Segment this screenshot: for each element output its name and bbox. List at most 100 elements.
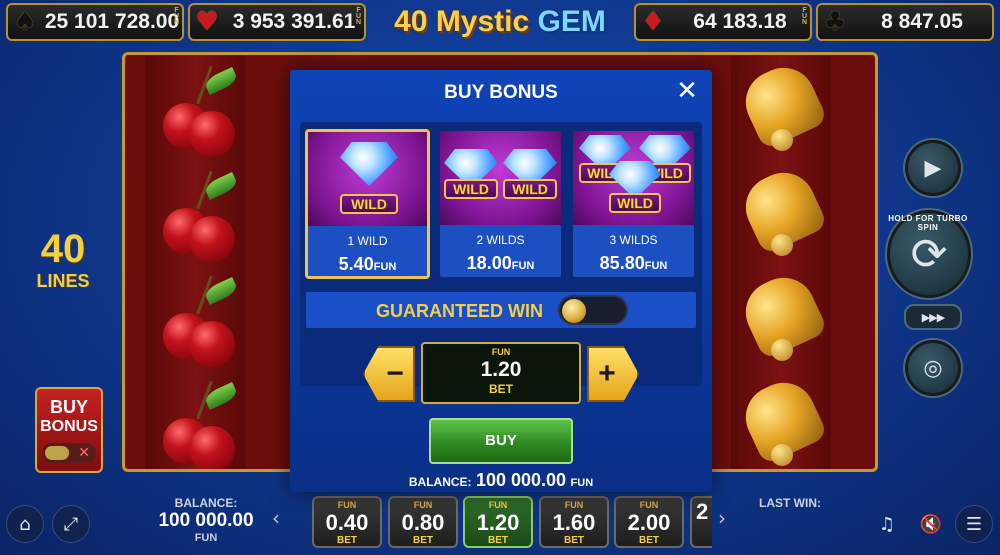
modal-balance-currency: FUN — [570, 477, 594, 489]
jackpot-currency: FUN — [173, 7, 180, 25]
close-icon: ✕ — [676, 76, 698, 106]
bet-value: 0.80 — [401, 510, 445, 535]
jackpot-amount: 3 953 391.61 — [232, 10, 356, 33]
bet-option[interactable]: FUN 1.60 BET — [539, 496, 609, 548]
fullscreen-icon: ⤢ — [63, 513, 79, 535]
music-toggle-button[interactable]: ♫ — [868, 505, 906, 543]
modal-title: BUY BONUS — [444, 82, 558, 103]
jackpot-amount: 64 183.18 — [693, 10, 787, 33]
cherry-symbol — [145, 55, 245, 160]
cherry-symbol — [145, 160, 245, 265]
minus-icon: − — [386, 357, 404, 390]
option-price: 85.80FUN — [599, 253, 668, 273]
balance-value: 100 000.00 — [158, 510, 254, 531]
bell-symbol — [731, 55, 831, 160]
bet-option[interactable]: FUN 2.00 BET — [614, 496, 684, 548]
plus-icon: + — [598, 357, 616, 390]
option-price: 18.00FUN — [466, 253, 535, 273]
jackpot-spade: ♠ 25 101 728.00 FUN — [6, 3, 184, 41]
buy-button[interactable]: BUY — [429, 418, 573, 464]
wild-badge: WILD — [340, 194, 398, 214]
bet-label: BET — [489, 382, 513, 396]
wild-artwork: WILD WILD — [440, 131, 561, 225]
wild-badge: WILD — [609, 193, 661, 213]
bell-symbol — [731, 265, 831, 370]
lines-count: 40 — [40, 227, 86, 271]
coins-icon: ◎ — [923, 355, 943, 381]
jackpot-currency: FUN — [355, 7, 362, 25]
chevron-right-icon[interactable]: › — [718, 506, 726, 530]
balance-display: BALANCE: 100 000.00 FUN — [148, 496, 264, 544]
bet-value: 1.20 — [480, 358, 522, 381]
fullscreen-button[interactable]: ⤢ — [52, 505, 90, 543]
balance-currency: FUN — [194, 532, 218, 544]
balance-label: BALANCE: — [174, 496, 238, 510]
diamond-gem-icon — [340, 142, 398, 186]
club-icon: ♣ — [823, 7, 847, 37]
bet-value: 2 — [696, 499, 709, 524]
fast-forward-button[interactable]: ▶▶▶ — [904, 304, 962, 330]
sound-off-icon: 🔇 — [919, 513, 943, 535]
bet-label: BET — [639, 535, 659, 546]
toggle-knob — [562, 299, 586, 323]
turbo-hint: HOLD FOR TURBO SPIN — [888, 214, 968, 232]
home-icon: ⌂ — [19, 513, 31, 535]
bell-symbol — [731, 160, 831, 265]
option-price: 5.40FUN — [338, 254, 397, 274]
bell-symbol — [731, 370, 831, 469]
bet-option[interactable]: FUN 0.40 BET — [312, 496, 382, 548]
reel-5 — [731, 55, 831, 469]
bet-coins-button[interactable]: ◎ — [905, 340, 961, 396]
bet-label: BET — [413, 535, 433, 546]
buy-bonus-mini-toggle[interactable]: ✕ — [42, 443, 96, 463]
bonus-option-2-wilds[interactable]: WILD WILD 2 WILDS 18.00FUN — [438, 129, 563, 279]
buy-bonus-modal: BUY BONUS ✕ WILD 1 WILD 5.40FUN WILD WIL… — [290, 70, 712, 492]
autoplay-button[interactable]: ▶ — [905, 140, 961, 196]
buy-bonus-side-button[interactable]: BUY BONUS ✕ — [35, 387, 103, 473]
jackpot-heart: ♥ 3 953 391.61 FUN — [188, 3, 366, 41]
close-button[interactable]: ✕ — [674, 78, 700, 104]
modal-balance: BALANCE: 100 000.00 FUN — [290, 470, 712, 491]
music-off-icon: ♫ — [878, 513, 896, 535]
last-win-label: LAST WIN: — [759, 496, 821, 510]
close-icon: ✕ — [78, 445, 90, 461]
option-label: 2 WILDS — [476, 233, 525, 247]
jackpot-amount: 25 101 728.00 — [44, 10, 180, 33]
bet-currency: FUN — [491, 347, 511, 357]
guaranteed-win-toggle[interactable] — [558, 295, 628, 325]
jackpot-currency: FUN — [801, 7, 808, 25]
jackpot-amount: 8 847.05 — [881, 10, 963, 33]
buy-bonus-line1: BUY — [49, 397, 88, 417]
bet-option-selected[interactable]: FUN 1.20 BET — [463, 496, 533, 548]
bottom-bar: ⌂ ⤢ BALANCE: 100 000.00 FUN ‹ FUN 0.40 B… — [0, 492, 1000, 555]
buy-bonus-line2: BONUS — [40, 418, 98, 435]
wild-artwork: WILD WILD WILD — [573, 131, 694, 225]
bet-option[interactable]: FUN 0.80 BET — [388, 496, 458, 548]
wild-badge: WILD — [444, 179, 498, 199]
game-logo: 40 Mystic GEM — [372, 2, 628, 42]
modal-balance-label: BALANCE: — [408, 475, 472, 489]
lines-indicator: 40 LINES — [30, 228, 96, 292]
reel-1 — [145, 55, 245, 469]
bet-value: 1.60 — [552, 510, 596, 535]
cherry-symbol — [145, 370, 245, 469]
bet-label: BET — [564, 535, 584, 546]
cherry-symbol — [145, 265, 245, 370]
jackpot-club: ♣ 8 847.05 — [816, 3, 994, 41]
sound-toggle-button[interactable]: 🔇 — [912, 505, 950, 543]
menu-button[interactable]: ☰ — [955, 505, 993, 543]
bet-value: 0.40 — [325, 510, 369, 535]
chevron-left-icon[interactable]: ‹ — [272, 506, 280, 530]
bonus-option-3-wilds[interactable]: WILD WILD WILD 3 WILDS 85.80FUN — [571, 129, 696, 279]
wild-artwork: WILD — [308, 132, 427, 226]
option-label: 1 WILD — [347, 234, 388, 248]
bonus-option-1-wild[interactable]: WILD 1 WILD 5.40FUN — [305, 129, 430, 279]
guaranteed-win-label: GUARANTEED WIN — [376, 301, 543, 321]
heart-icon: ♥ — [195, 7, 219, 37]
jackpot-diamond: ♦ 64 183.18 FUN — [634, 3, 812, 41]
bet-value-display: FUN 1.20 BET — [421, 342, 581, 404]
bet-value: 1.20 — [476, 510, 520, 535]
spin-icon: ⟳ — [910, 228, 948, 280]
bet-option-partial[interactable]: 2 — [690, 496, 712, 548]
home-button[interactable]: ⌂ — [6, 505, 44, 543]
